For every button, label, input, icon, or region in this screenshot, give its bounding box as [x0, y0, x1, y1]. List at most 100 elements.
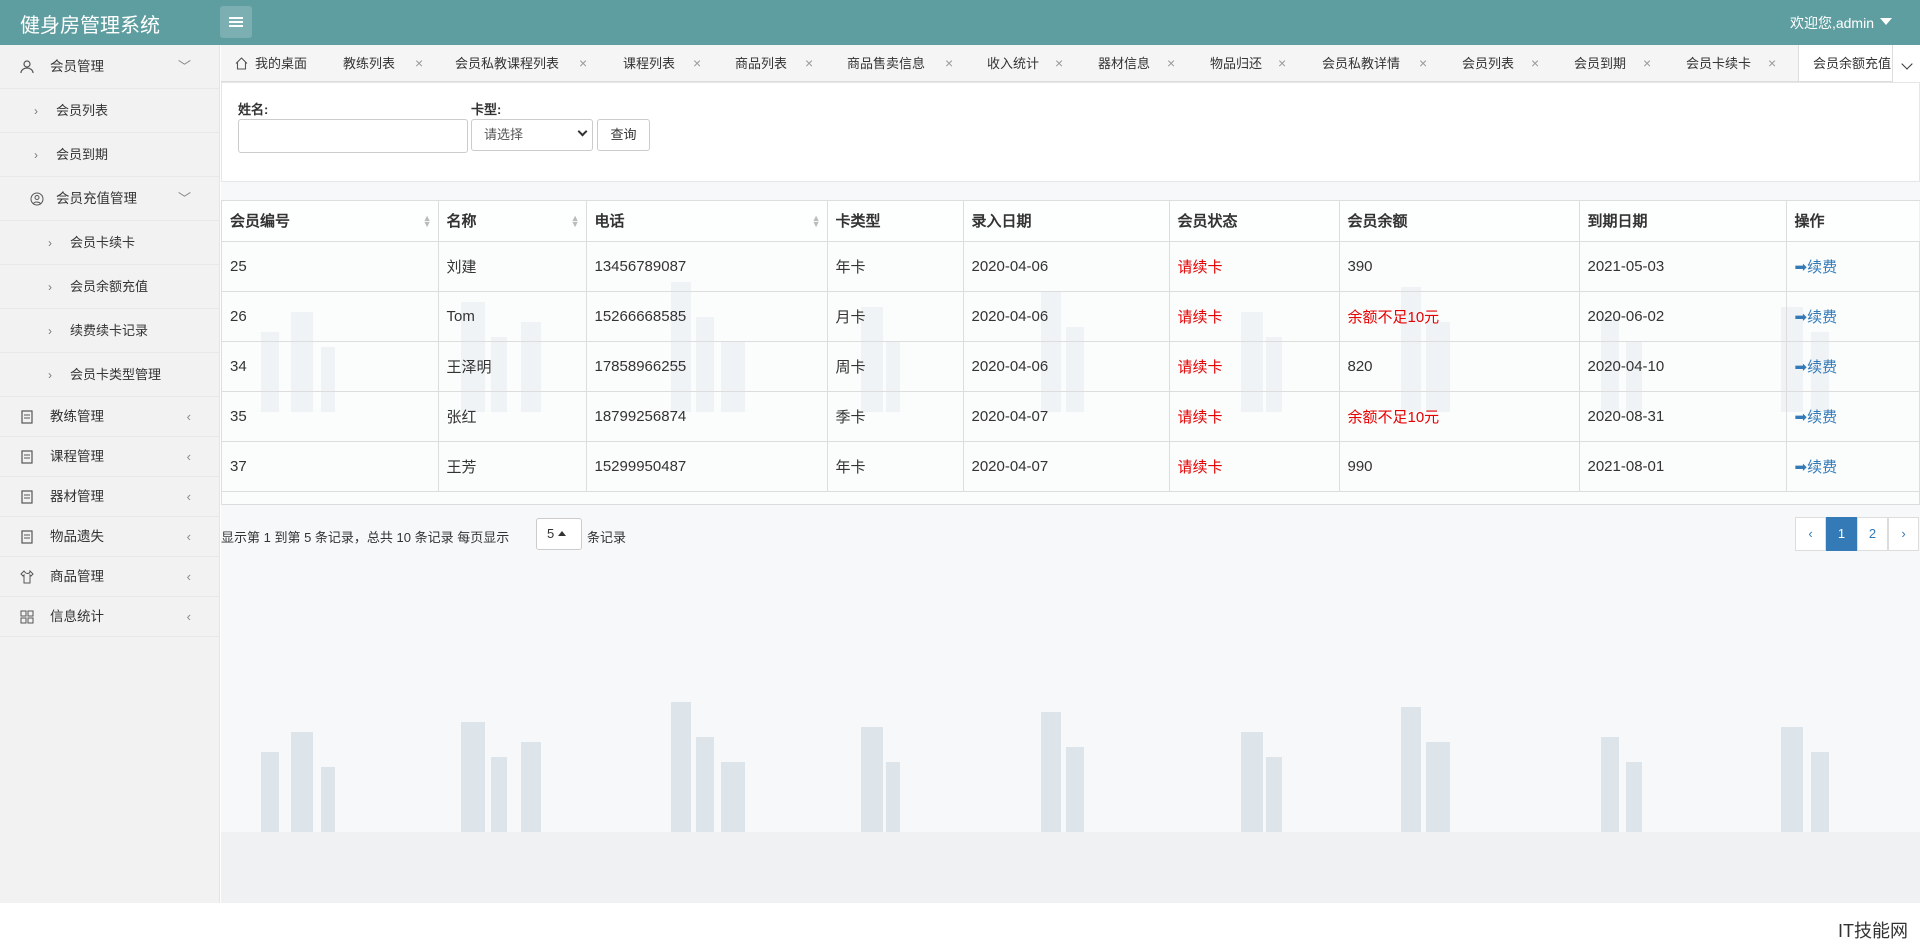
- tab-scroll-button[interactable]: [1892, 45, 1920, 82]
- tab-label: 会员列表: [1462, 56, 1515, 71]
- close-icon[interactable]: ×: [805, 45, 813, 81]
- close-icon[interactable]: ×: [1167, 45, 1175, 81]
- menu-toggle-button[interactable]: [220, 6, 252, 38]
- page-2-button[interactable]: 2: [1857, 517, 1888, 551]
- sidebar-item-stats[interactable]: 信息统计 ‹: [0, 597, 219, 637]
- tab-coach-list[interactable]: 教练列表 ×: [343, 45, 443, 81]
- cell-expire-date: 2021-05-03: [1579, 241, 1787, 292]
- tab-card-renew[interactable]: 会员卡续卡 ×: [1686, 45, 1786, 81]
- column-header: 卡类型: [827, 201, 964, 242]
- query-button[interactable]: 查询: [597, 119, 650, 151]
- sidebar-item-renew-records[interactable]: › 续费续卡记录: [0, 309, 219, 353]
- renew-link[interactable]: ➡续费: [1795, 359, 1838, 376]
- sidebar: 会员管理 ﹀ › 会员列表 › 会员到期 会员充值管理 ﹀ › 会员卡续卡 › 会员余额…: [0, 45, 220, 903]
- sidebar-item-course-mgmt[interactable]: 课程管理 ‹: [0, 437, 219, 477]
- renew-link[interactable]: ➡续费: [1795, 459, 1838, 476]
- sidebar-item-member-expire[interactable]: › 会员到期: [0, 133, 219, 177]
- header-label: 电话: [594, 213, 625, 231]
- tab-private-detail[interactable]: 会员私教详情 ×: [1322, 45, 1432, 81]
- table-row: 34 王泽明 17858966255 周卡 2020-04-06 请续卡 820…: [222, 341, 1920, 392]
- document-icon: [21, 450, 33, 464]
- sidebar-item-card-renew[interactable]: › 会员卡续卡: [0, 221, 219, 265]
- cell-entry-date: 2020-04-06: [963, 341, 1170, 392]
- renew-link[interactable]: ➡续费: [1795, 259, 1838, 276]
- close-icon[interactable]: ×: [945, 45, 953, 81]
- caret-down-icon: [1880, 18, 1892, 25]
- renew-link[interactable]: ➡续费: [1795, 309, 1838, 326]
- sidebar-label: 课程管理: [50, 449, 104, 464]
- tab-member-expire[interactable]: 会员到期 ×: [1574, 45, 1664, 81]
- cell-name: 王芳: [438, 441, 587, 492]
- grid-icon: [20, 610, 34, 624]
- cell-expire-date: 2020-04-10: [1579, 341, 1787, 392]
- cell-balance: 余额不足10元: [1339, 291, 1580, 342]
- cell-phone: 15299950487: [586, 441, 828, 492]
- tab-bar: 我的桌面 教练列表 × 会员私教课程列表 × 课程列表 × 商品列表 × 商品售卖信息 ×…: [221, 45, 1920, 82]
- header-label: 名称: [446, 213, 477, 231]
- card-type-select[interactable]: 请选择: [471, 119, 593, 151]
- close-icon[interactable]: ×: [1768, 45, 1776, 81]
- column-header: 录入日期: [963, 201, 1170, 242]
- close-icon[interactable]: ×: [1278, 45, 1286, 81]
- sidebar-label: 会员管理: [50, 59, 104, 74]
- cell-phone: 13456789087: [586, 241, 828, 292]
- page-size-value: 5: [547, 526, 555, 541]
- close-icon[interactable]: ×: [693, 45, 701, 81]
- cell-expire-date: 2020-06-02: [1579, 291, 1787, 342]
- close-icon[interactable]: ×: [1531, 45, 1539, 81]
- card-type-label: 卡型:: [471, 102, 502, 117]
- column-header[interactable]: 名称 ▲ ▼: [438, 201, 587, 242]
- column-header[interactable]: 电话 ▲ ▼: [586, 201, 828, 242]
- page-1-button[interactable]: 1: [1826, 517, 1857, 551]
- sidebar-item-goods-mgmt[interactable]: 商品管理 ‹: [0, 557, 219, 597]
- cell-status: 请续卡: [1169, 441, 1340, 492]
- cell-balance: 990: [1339, 441, 1580, 492]
- sidebar-item-coach-mgmt[interactable]: 教练管理 ‹: [0, 397, 219, 437]
- close-icon[interactable]: ×: [1643, 45, 1651, 81]
- tab-private-course-list[interactable]: 会员私教课程列表 ×: [455, 45, 595, 81]
- prev-page-button[interactable]: ‹: [1795, 517, 1826, 551]
- renew-link[interactable]: ➡续费: [1795, 409, 1838, 426]
- city-background-image: [221, 702, 1920, 903]
- header-label: 会员余额: [1347, 213, 1408, 231]
- tab-balance-recharge[interactable]: 会员余额充值: [1798, 45, 1898, 81]
- document-icon: [21, 530, 33, 544]
- sidebar-item-recharge-mgmt[interactable]: 会员充值管理 ﹀: [0, 177, 219, 221]
- column-header: 会员余额: [1339, 201, 1580, 242]
- tab-income-stats[interactable]: 收入统计 ×: [987, 45, 1077, 81]
- sidebar-item-member-mgmt[interactable]: 会员管理 ﹀: [0, 45, 219, 89]
- sidebar-label: 会员卡类型管理: [70, 367, 162, 382]
- cell-balance: 390: [1339, 241, 1580, 292]
- document-icon: [21, 410, 33, 424]
- tab-member-list[interactable]: 会员列表 ×: [1462, 45, 1552, 81]
- page-size-select[interactable]: 5: [536, 518, 582, 550]
- next-page-button[interactable]: ›: [1888, 517, 1919, 551]
- sidebar-item-equipment-mgmt[interactable]: 器材管理 ‹: [0, 477, 219, 517]
- caret-up-icon: [558, 531, 567, 536]
- user-menu[interactable]: 欢迎您,admin: [1790, 13, 1892, 33]
- sidebar-item-lost-items[interactable]: 物品遗失 ‹: [0, 517, 219, 557]
- cell-status: 请续卡: [1169, 341, 1340, 392]
- close-icon[interactable]: ×: [1055, 45, 1063, 81]
- sidebar-label: 续费续卡记录: [70, 323, 149, 338]
- chevron-left-icon: ‹: [186, 529, 191, 544]
- sort-icon: ▲ ▼: [811, 213, 821, 229]
- tab-course-list[interactable]: 课程列表 ×: [623, 45, 713, 81]
- sidebar-item-card-type-mgmt[interactable]: › 会员卡类型管理: [0, 353, 219, 397]
- sidebar-item-member-list[interactable]: › 会员列表: [0, 89, 219, 133]
- close-icon[interactable]: ×: [415, 45, 423, 81]
- name-input[interactable]: [238, 119, 468, 153]
- column-header[interactable]: 会员编号 ▲ ▼: [222, 201, 439, 242]
- close-icon[interactable]: ×: [1419, 45, 1427, 81]
- tab-label: 物品归还: [1210, 56, 1263, 71]
- search-panel: 姓名: 卡型: 请选择 查询: [221, 82, 1920, 182]
- tab-item-return[interactable]: 物品归还 ×: [1210, 45, 1300, 81]
- tab-goods-sales[interactable]: 商品售卖信息 ×: [847, 45, 967, 81]
- cell-card-type: 月卡: [827, 291, 964, 342]
- tab-equipment-info[interactable]: 器材信息 ×: [1098, 45, 1188, 81]
- cell-balance: 余额不足10元: [1339, 391, 1580, 442]
- sidebar-item-balance-recharge[interactable]: › 会员余额充值: [0, 265, 219, 309]
- close-icon[interactable]: ×: [579, 45, 587, 81]
- cell-id: 37: [222, 441, 439, 492]
- tab-goods-list[interactable]: 商品列表 ×: [735, 45, 825, 81]
